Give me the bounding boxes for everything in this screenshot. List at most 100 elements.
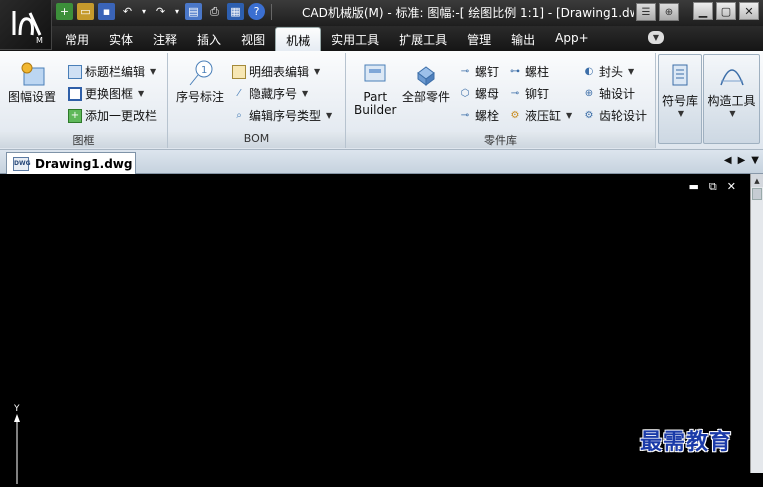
restore-button[interactable]: ▢ [716, 2, 736, 20]
tab-7[interactable]: 扩展工具 [389, 27, 457, 51]
gear-design-label: 齿轮设计 [599, 109, 648, 123]
tab-list-icon[interactable]: ▼ [751, 155, 759, 166]
hide-balloon-button[interactable]: ⁄ 隐藏序号 ▼ [232, 85, 308, 102]
panel-title-parts: 零件库 [346, 132, 655, 148]
undo-dropdown-icon[interactable]: ▾ [140, 3, 148, 20]
add-revision-button[interactable]: + 添加一更改栏 [68, 107, 157, 124]
tab-prev-icon[interactable]: ◀ [724, 155, 732, 166]
panel-title-bom: BOM [168, 132, 345, 148]
save-icon[interactable]: ▪ [98, 3, 115, 20]
scroll-thumb[interactable] [752, 188, 762, 200]
bolt-icon: ⊸ [460, 110, 470, 121]
curve-tool-icon [718, 61, 746, 92]
ucs-y-label: Y [14, 404, 20, 414]
head-icon: ◐ [584, 66, 594, 77]
shaft-design-button[interactable]: ⊕ 轴设计 [582, 85, 635, 102]
edit-balloon-type-button[interactable]: ⌕ 编辑序号类型 ▼ [232, 107, 332, 124]
tab-2[interactable]: 注释 [143, 27, 187, 51]
part-builder-button[interactable]: Part Builder [354, 59, 396, 117]
chevron-down-icon: ▼ [150, 67, 157, 76]
nut-button[interactable]: ⬡ 螺母 [458, 85, 499, 102]
bolt-button[interactable]: ⊸ 螺栓 [458, 107, 499, 124]
all-parts-button[interactable]: 全部零件 [402, 59, 450, 104]
construct-tool-button[interactable]: 构造工具 ▼ [703, 54, 760, 144]
rivet-button[interactable]: ⊸ 铆钉 [508, 85, 549, 102]
chevron-down-icon: ▼ [729, 109, 736, 118]
ribbon-tab-row: 常用 实体 注释 插入 视图 机械 实用工具 扩展工具 管理 输出 App+ ▼ [0, 26, 763, 51]
tab-0[interactable]: 常用 [55, 27, 99, 51]
list-icon[interactable]: ☰ [636, 3, 656, 21]
tab-9[interactable]: 输出 [501, 27, 545, 51]
screw-label: 螺钉 [475, 65, 500, 79]
publish-icon[interactable]: ▦ [227, 3, 244, 20]
hide-balloon-label: 隐藏序号 [249, 87, 298, 101]
tab-3[interactable]: 插入 [187, 27, 231, 51]
plot-icon[interactable]: ▤ [185, 3, 202, 20]
tab-10[interactable]: App+ [545, 27, 599, 51]
help-icon[interactable]: ? [248, 3, 265, 20]
screw-button[interactable]: ⊸ 螺钉 [458, 63, 499, 80]
drawing-close-icon[interactable]: ✕ [727, 180, 736, 194]
vertical-scrollbar[interactable]: ▲ [750, 174, 763, 473]
redo-icon[interactable]: ↷ [152, 3, 169, 20]
close-button[interactable]: ✕ [739, 2, 759, 20]
watermark: 最需教育 [640, 429, 733, 455]
drawing-minimize-icon[interactable]: ▬ [689, 180, 699, 194]
frame-setup-icon [18, 59, 46, 87]
construct-tool-label: 构造工具 [707, 94, 756, 108]
title-tools: ☰ ⊕ [636, 3, 679, 21]
panel-bom: 1 序号标注 明细表编辑 ▼ ⁄ 隐藏序号 ▼ ⌕ 编辑序号类型 ▼ BOM [168, 53, 346, 148]
dwg-file-icon: DWG [13, 156, 31, 171]
hydraulic-cylinder-button[interactable]: ⚙ 液压缸 ▼ [508, 107, 573, 124]
document-tab-nav: ◀ ▶ ▼ [724, 155, 759, 166]
change-frame-button[interactable]: 更换图框 ▼ [68, 85, 144, 102]
app-logo-icon: M [12, 10, 43, 45]
panel-parts: Part Builder 全部零件 ⊸ 螺钉 ⬡ 螺母 ⊸ 螺栓 ⊶ 螺柱 ⊸ 铆钉 ⚙ 液… [346, 53, 656, 148]
table-icon [232, 64, 246, 79]
minimize-button[interactable]: ▁ [693, 2, 713, 20]
gear-design-button[interactable]: ⚙ 齿轮设计 [582, 107, 648, 124]
head-label: 封头 [599, 65, 624, 79]
frame-setup-button[interactable]: 图幅设置 [8, 59, 56, 104]
tab-4[interactable]: 视图 [231, 27, 275, 51]
tab-next-icon[interactable]: ▶ [738, 155, 746, 166]
share-icon[interactable]: ⊕ [659, 3, 679, 21]
all-parts-label: 全部零件 [402, 90, 451, 104]
panel-title-frame: 图框 [0, 132, 167, 148]
document-tab-label: Drawing1.dwg [35, 156, 133, 171]
app-logo[interactable]: M [0, 0, 52, 50]
redo-dropdown-icon[interactable]: ▾ [173, 3, 181, 20]
print-icon[interactable]: ⎙ [206, 3, 223, 20]
undo-icon[interactable]: ↶ [119, 3, 136, 20]
new-file-icon[interactable]: + [56, 3, 73, 20]
title-block-edit-button[interactable]: 标题栏编辑 ▼ [68, 63, 156, 80]
stud-icon: ⊶ [510, 66, 520, 77]
tab-1[interactable]: 实体 [99, 27, 143, 51]
chevron-down-icon: ▼ [677, 109, 685, 118]
panel-frame: 图幅设置 标题栏编辑 ▼ 更换图框 ▼ + 添加一更改栏 图框 [0, 53, 168, 148]
tab-8[interactable]: 管理 [457, 27, 501, 51]
part-builder-icon [361, 59, 389, 87]
scroll-up-icon[interactable]: ▲ [751, 174, 763, 187]
ucs-icon: Y [10, 404, 24, 487]
svg-text:M: M [36, 36, 43, 45]
symbol-library-button[interactable]: 符号库 ▼ [658, 54, 702, 144]
head-button[interactable]: ◐ 封头 ▼ [582, 63, 635, 80]
open-folder-icon[interactable]: ▭ [77, 3, 94, 20]
part-builder-label-line2: Builder [354, 103, 397, 117]
minimize-ribbon-icon[interactable]: ▼ [648, 31, 664, 44]
drawing-canvas[interactable]: ▬ ⧉ ✕ Y [0, 174, 750, 484]
ribbon-tabs: 常用 实体 注释 插入 视图 机械 实用工具 扩展工具 管理 输出 App+ [55, 27, 599, 51]
bom-edit-button[interactable]: 明细表编辑 ▼ [232, 63, 320, 80]
balloon-button[interactable]: 1 序号标注 [176, 59, 224, 104]
document-tab-drawing1[interactable]: DWG Drawing1.dwg [6, 152, 136, 174]
rivet-label: 铆钉 [525, 87, 550, 101]
bolt-label: 螺栓 [475, 109, 500, 123]
ribbon: 图幅设置 标题栏编辑 ▼ 更换图框 ▼ + 添加一更改栏 图框 1 序号标注 明细表… [0, 51, 763, 150]
tab-6[interactable]: 实用工具 [321, 27, 389, 51]
tab-5[interactable]: 机械 [275, 27, 322, 51]
drawing-restore-icon[interactable]: ⧉ [709, 180, 717, 194]
chevron-down-icon: ▼ [628, 67, 635, 76]
all-parts-icon [412, 59, 440, 87]
stud-button[interactable]: ⊶ 螺柱 [508, 63, 549, 80]
